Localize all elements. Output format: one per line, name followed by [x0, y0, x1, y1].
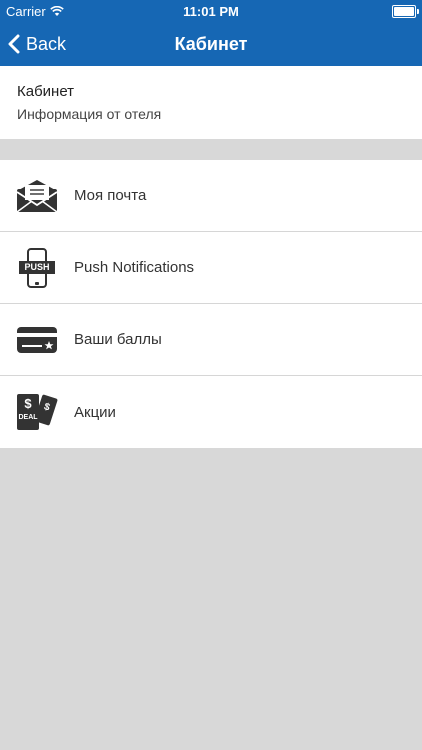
navigation-bar: Back Кабинет	[0, 22, 422, 66]
push-phone-icon: PUSH	[16, 247, 58, 288]
back-button[interactable]: Back	[8, 22, 66, 66]
points-card-icon	[16, 320, 58, 360]
header-subtitle: Информация от отеля	[17, 106, 162, 122]
menu-item-label: Push Notifications	[74, 259, 195, 276]
menu-item-label: Акции	[74, 403, 116, 421]
deal-label-text: DEAL	[18, 414, 38, 421]
battery-icon	[392, 5, 419, 18]
status-bar: Carrier 11:01 PM	[0, 0, 422, 22]
mail-icon	[16, 176, 58, 216]
menu-item-push-notifications[interactable]: PUSH Push Notifications	[0, 232, 422, 304]
menu-item-label: Ваши баллы	[74, 331, 162, 348]
menu-item-points[interactable]: Ваши баллы	[0, 304, 422, 376]
header-card: Кабинет Информация от отеля	[0, 66, 422, 139]
push-badge-text: PUSH	[19, 260, 55, 274]
menu-item-mail[interactable]: Моя почта	[0, 160, 422, 232]
menu-list: Моя почта PUSH Push Notifications Ваши б…	[0, 160, 422, 448]
deal-tickets-icon: $ $ DEAL	[16, 392, 58, 432]
back-label: Back	[26, 33, 67, 54]
chevron-left-icon	[8, 34, 20, 54]
menu-item-deals[interactable]: $ $ DEAL Акции	[0, 376, 422, 448]
status-time: 11:01 PM	[183, 4, 239, 19]
header-title: Кабинет	[17, 83, 75, 100]
menu-item-label: Моя почта	[74, 187, 147, 204]
